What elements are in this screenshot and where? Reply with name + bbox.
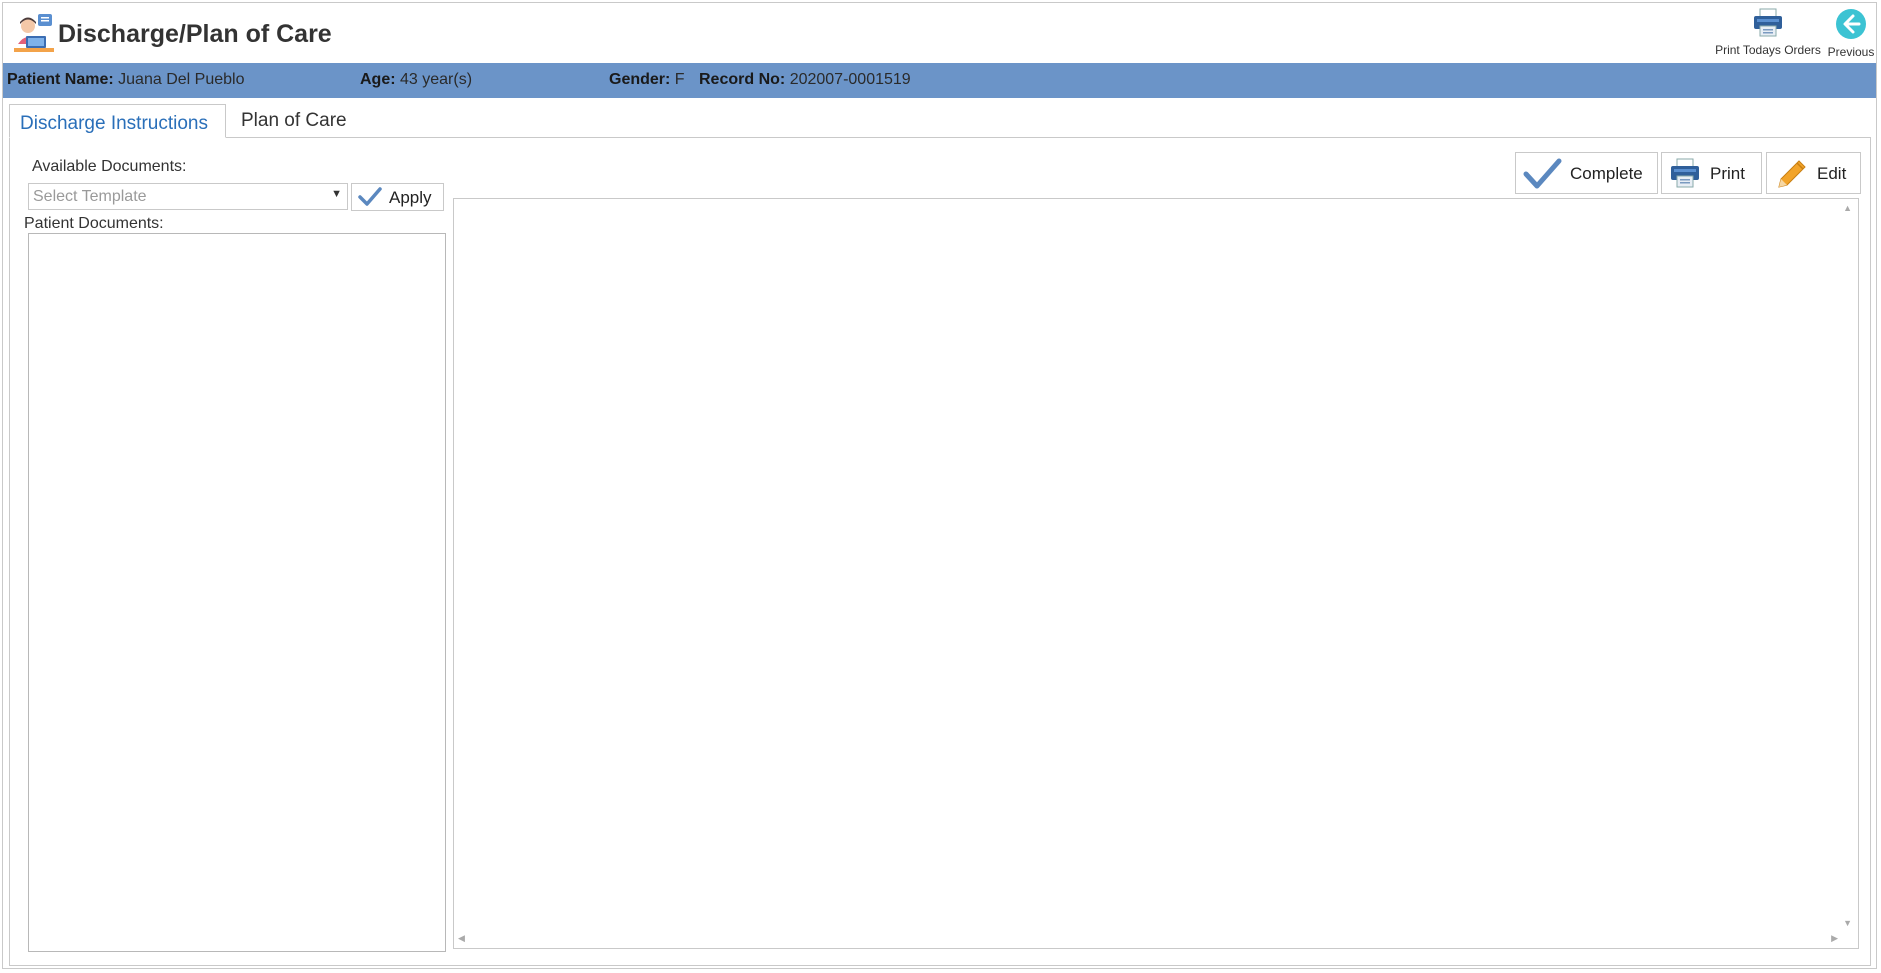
tab-discharge-instructions[interactable]: Discharge Instructions [9,104,226,138]
chevron-down-icon: ▼ [331,188,342,200]
printer-icon [1751,8,1785,41]
age-value: 43 year(s) [400,71,473,88]
patient-name: Patient Name: Juana Del Pueblo [7,71,244,89]
printer-icon [1668,157,1702,194]
checkmark-icon [357,186,383,213]
nurse-computer-icon [12,12,56,54]
previous-button[interactable]: Previous [1827,8,1875,59]
record-value: 202007-0001519 [789,71,911,88]
previous-label: Previous [1827,45,1875,59]
patient-record: Record No: 202007-0001519 [699,71,911,89]
patient-documents-list[interactable] [28,233,446,952]
print-todays-orders-button[interactable]: Print Todays Orders [1713,8,1823,57]
complete-button[interactable]: Complete [1515,152,1658,194]
patient-age: Age: 43 year(s) [360,71,472,89]
print-button[interactable]: Print [1661,152,1762,194]
record-label: Record No: [699,71,786,88]
scroll-up-icon[interactable]: ▲ [1843,203,1852,213]
pencil-icon [1773,157,1809,196]
scroll-right-icon[interactable]: ▶ [1831,933,1838,944]
document-viewer[interactable]: ▲ ▼ ◀ ▶ [453,198,1859,949]
print-label: Print [1710,164,1745,183]
apply-label: Apply [389,188,432,207]
back-arrow-icon [1835,9,1867,43]
patient-info-bar: Patient Name: Juana Del Pueblo Age: 43 y… [3,63,1876,98]
complete-label: Complete [1570,164,1643,183]
app-window: Discharge/Plan of Care Print Todays Orde… [2,2,1877,969]
tab-panel: Available Documents: Select Template ▼ A… [9,137,1871,966]
patient-name-value: Juana Del Pueblo [118,71,245,88]
checkmark-icon [1522,157,1562,196]
edit-button[interactable]: Edit [1766,152,1861,194]
gender-value: F [674,71,685,88]
patient-name-label: Patient Name: [7,71,114,88]
template-select-placeholder: Select Template [33,188,147,205]
apply-button[interactable]: Apply [351,183,444,211]
page-title: Discharge/Plan of Care [58,20,332,48]
scroll-left-icon[interactable]: ◀ [458,933,465,944]
tab-plan-of-care[interactable]: Plan of Care [231,104,357,138]
available-documents-label: Available Documents: [32,158,187,175]
age-label: Age: [360,71,396,88]
edit-label: Edit [1817,164,1847,183]
patient-gender: Gender: F [609,71,685,89]
template-select[interactable]: Select Template ▼ [28,183,348,210]
app-header: Discharge/Plan of Care Print Todays Orde… [3,3,1876,63]
print-todays-orders-label: Print Todays Orders [1715,43,1821,57]
patient-documents-label: Patient Documents: [24,215,164,232]
gender-label: Gender: [609,71,671,88]
scroll-down-icon[interactable]: ▼ [1843,918,1852,928]
